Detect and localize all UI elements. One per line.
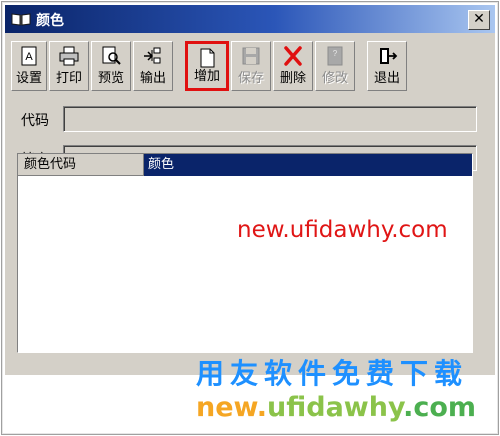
add-label: 增加: [193, 69, 220, 84]
delete-icon: [284, 46, 302, 66]
save-button[interactable]: 保存: [231, 41, 271, 91]
preview-label: 预览: [97, 71, 124, 86]
printer-icon: [59, 46, 79, 66]
code-field[interactable]: [63, 106, 477, 132]
watermark-url-colored: new.ufidawhy.com: [196, 392, 477, 423]
data-grid[interactable]: 颜色代码 颜色: [17, 153, 473, 353]
watermark-slogan: 用友软件免费下载: [196, 357, 469, 390]
preview-icon: [102, 46, 121, 65]
exit-label: 退出: [373, 71, 400, 86]
close-button[interactable]: ✕: [468, 10, 490, 30]
exit-button[interactable]: 退出: [367, 41, 407, 91]
close-icon: ✕: [473, 11, 485, 27]
toolbar: A 设置 打印 预览 输出 增加 保存 删除 ? 修改 退出: [5, 41, 495, 93]
edit-button[interactable]: ? 修改: [315, 41, 355, 91]
edit-icon: ?: [327, 46, 343, 66]
delete-label: 删除: [279, 71, 306, 86]
print-label: 打印: [55, 71, 82, 86]
settings-label: 设置: [15, 71, 42, 86]
settings-button[interactable]: A 设置: [11, 41, 47, 91]
save-label: 保存: [237, 71, 264, 86]
window-title: 颜色: [36, 13, 64, 29]
column-header-color-code[interactable]: 颜色代码: [18, 154, 144, 176]
column-header-color[interactable]: 颜色: [144, 154, 472, 176]
export-icon: [144, 47, 161, 64]
preview-button[interactable]: 预览: [91, 41, 131, 91]
edit-label: 修改: [321, 71, 348, 86]
svg-text:?: ?: [333, 49, 338, 58]
export-label: 输出: [139, 71, 166, 86]
watermark-url-red: new.ufidawhy.com: [237, 217, 448, 243]
print-button[interactable]: 打印: [49, 41, 89, 91]
svg-text:A: A: [25, 51, 33, 63]
title-bar[interactable]: 颜色 ✕: [5, 5, 495, 33]
settings-icon: A: [21, 46, 37, 66]
delete-button[interactable]: 删除: [273, 41, 313, 91]
code-label: 代码: [21, 113, 49, 129]
book-icon: [11, 13, 31, 26]
add-button[interactable]: 增加: [185, 41, 229, 91]
export-button[interactable]: 输出: [133, 41, 173, 91]
save-icon: [242, 47, 260, 65]
grid-header: 颜色代码 颜色: [18, 154, 472, 176]
exit-icon: [380, 48, 398, 64]
